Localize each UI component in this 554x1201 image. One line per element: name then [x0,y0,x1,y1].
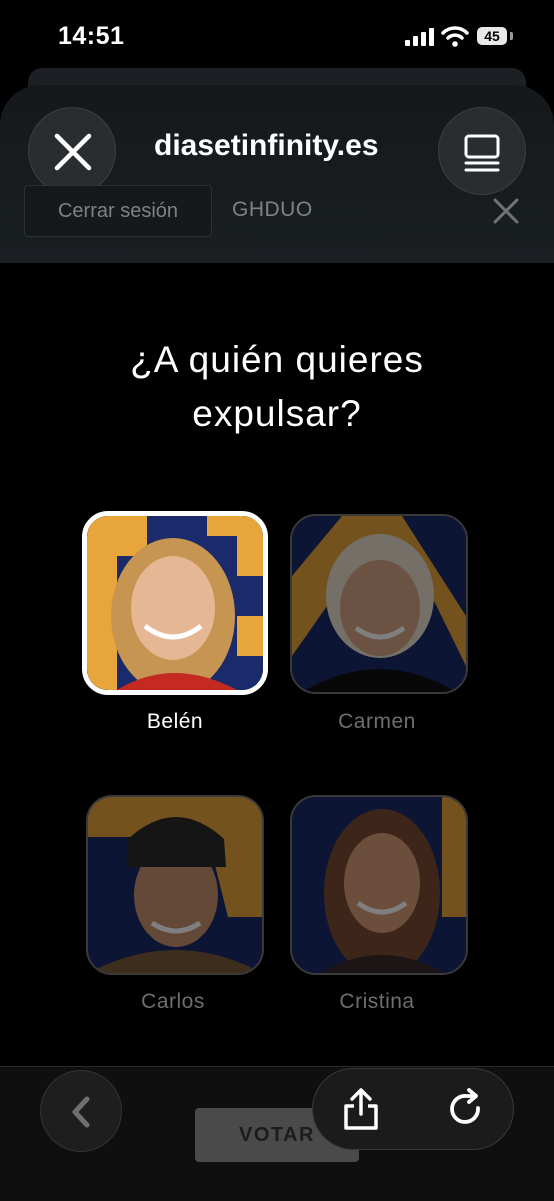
status-bar: 14:51 45 [0,0,554,70]
back-chevron-icon [72,1096,90,1128]
battery-icon: 45 [477,27,507,45]
user-code: GHDUO [232,198,313,221]
back-button[interactable] [40,1070,122,1152]
candidate-card-cristina[interactable] [290,795,468,975]
dismiss-icon[interactable] [493,198,519,224]
dim-overlay [292,797,466,973]
status-time: 14:51 [58,22,125,50]
candidate-name-belen: Belén [146,710,204,733]
candidate-photo [87,516,263,690]
dim-overlay [88,797,262,973]
tabs-icon [464,134,500,172]
tabs-button[interactable] [438,107,526,195]
close-browser-button[interactable] [28,107,116,195]
battery-level: 45 [484,28,500,44]
share-icon[interactable] [340,1086,382,1132]
candidate-card-belen[interactable] [82,511,268,695]
wifi-icon [441,26,469,47]
candidate-card-carlos[interactable] [86,795,264,975]
logout-button[interactable]: Cerrar sesión [24,185,212,237]
candidate-name-carlos: Carlos [141,990,205,1013]
battery-tip [510,32,513,40]
candidate-card-carmen[interactable] [290,514,468,694]
close-icon [54,133,92,171]
signal-icon [405,28,434,46]
candidate-name-carmen: Carmen [338,710,416,733]
reload-icon[interactable] [446,1088,486,1130]
dim-overlay [292,516,466,692]
address-bar-url[interactable]: diasetinfinity.es [154,129,379,163]
page-title: ¿A quién quieres expulsar? [130,339,424,434]
candidate-name-cristina: Cristina [339,990,415,1013]
